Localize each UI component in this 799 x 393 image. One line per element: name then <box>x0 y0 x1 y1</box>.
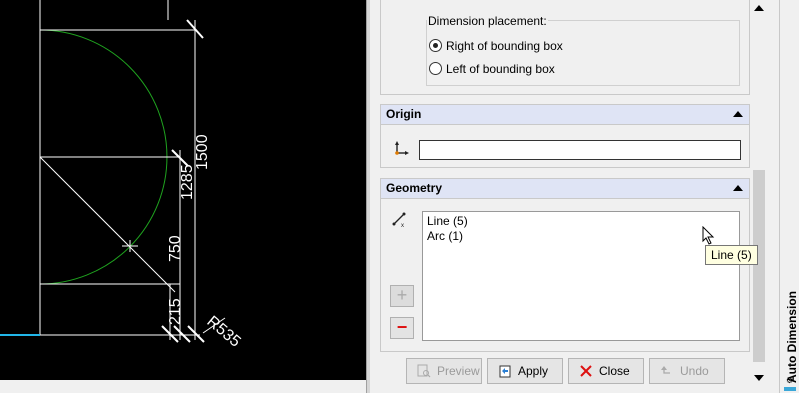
preview-label: Preview <box>437 364 480 378</box>
mouse-cursor-icon <box>702 225 716 246</box>
scroll-up-icon[interactable] <box>754 5 764 11</box>
axis-origin-icon[interactable] <box>393 141 409 157</box>
apply-icon <box>499 365 511 378</box>
origin-input[interactable] <box>419 140 741 160</box>
scroll-down-icon[interactable] <box>754 375 764 381</box>
preview-icon <box>417 364 431 378</box>
dimension-label: 750 <box>167 235 184 262</box>
placement-group <box>426 20 740 86</box>
dimension-label: 1285 <box>179 164 196 200</box>
select-geometry-icon[interactable]: x <box>392 212 408 229</box>
collapse-icon[interactable] <box>733 111 743 117</box>
dimension-label: 215 <box>167 298 184 325</box>
undo-button[interactable]: Undo <box>649 358 725 384</box>
close-label: Close <box>599 364 630 378</box>
placement-group-title: Dimension placement: <box>427 14 548 28</box>
undo-label: Undo <box>680 364 709 378</box>
origin-title: Origin <box>386 107 422 121</box>
tab-accent-strip <box>784 387 796 391</box>
auto-dimension-panel: Dimension placement: Right of bounding b… <box>370 0 770 393</box>
apply-button[interactable]: Apply <box>487 358 563 384</box>
close-icon <box>580 365 592 377</box>
origin-header[interactable]: Origin <box>381 105 749 125</box>
viewport-status-strip <box>0 380 366 393</box>
add-geometry-button[interactable]: + <box>390 285 414 307</box>
radio-left-label: Left of bounding box <box>446 62 555 76</box>
cad-viewport[interactable]: 1500 1285 750 215 R535 <box>0 0 366 380</box>
undo-icon <box>661 366 670 374</box>
tooltip: Line (5) <box>705 245 758 265</box>
geometry-header[interactable]: Geometry <box>381 179 749 199</box>
svg-text:x: x <box>401 223 404 228</box>
auto-dimension-side-tab[interactable]: Auto Dimension ⚙ <box>779 0 799 393</box>
radio-right-of-bounding-box[interactable] <box>429 39 442 52</box>
scroll-thumb[interactable] <box>753 170 765 362</box>
line-geometry <box>39 156 176 293</box>
list-item[interactable]: Arc (1) <box>427 229 463 243</box>
radio-right-label: Right of bounding box <box>446 39 563 53</box>
geometry-title: Geometry <box>386 181 443 195</box>
dimension-label: 1500 <box>194 134 211 170</box>
radio-left-of-bounding-box[interactable] <box>429 62 442 75</box>
remove-geometry-button[interactable]: − <box>390 317 414 339</box>
close-button[interactable]: Close <box>568 358 644 384</box>
side-tab-label: Auto Dimension <box>785 291 799 383</box>
geometry-list[interactable]: Line (5) Arc (1) <box>422 211 740 341</box>
panel-scrollbar[interactable] <box>751 0 767 393</box>
list-item[interactable]: Line (5) <box>427 214 468 228</box>
preview-button[interactable]: Preview <box>406 358 482 384</box>
gear-icon[interactable]: ⚙ <box>786 376 793 385</box>
apply-label: Apply <box>518 364 549 378</box>
drawing-canvas: 1500 1285 750 215 R535 <box>0 0 244 351</box>
collapse-icon[interactable] <box>733 185 743 191</box>
